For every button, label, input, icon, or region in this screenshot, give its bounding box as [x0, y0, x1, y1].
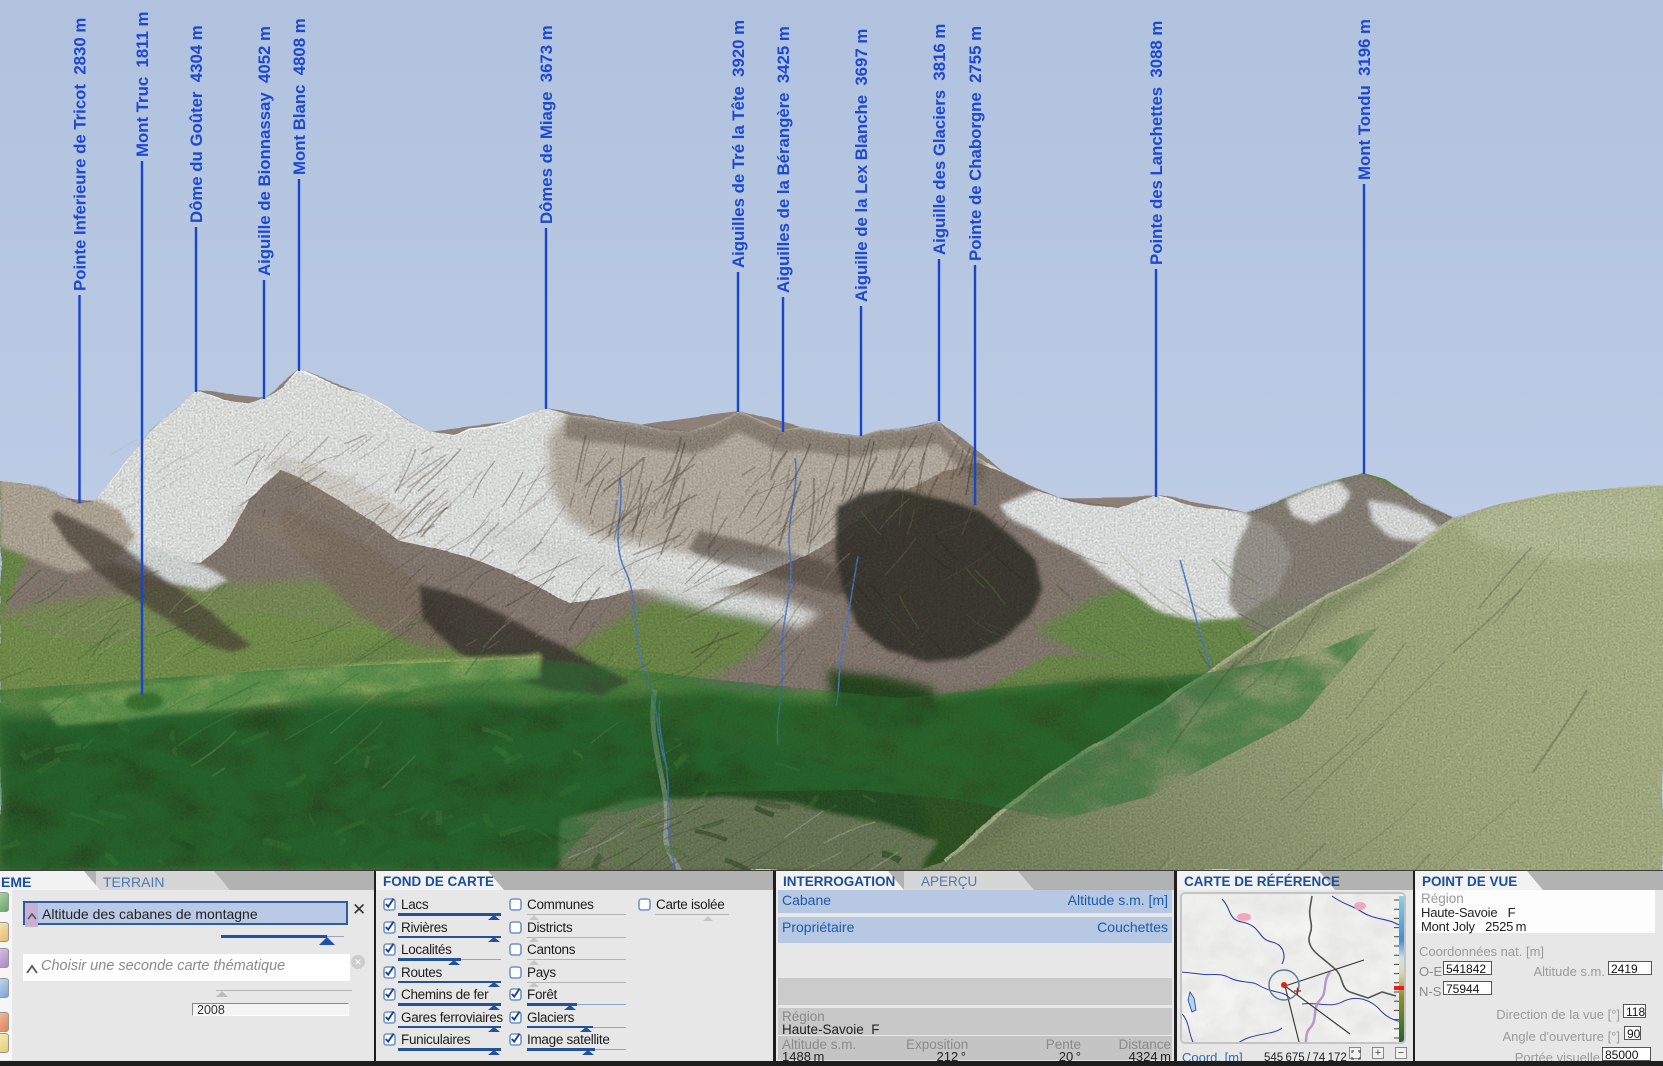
svg-text:Aiguilles de Tré la Tête 3920: Aiguilles de Tré la Tête 3920 m	[729, 20, 748, 268]
svg-text:Aiguilles de la Bérangère 342: Aiguilles de la Bérangère 3425 m	[774, 26, 793, 293]
svg-text:Aiguille des Glaciers 3816 m: Aiguille des Glaciers 3816 m	[930, 24, 949, 255]
svg-text:Pointe Inferieure de Tricot 2: Pointe Inferieure de Tricot 2830 m	[71, 18, 90, 291]
svg-text:Dôme du Goûter 4304 m: Dôme du Goûter 4304 m	[187, 25, 206, 223]
svg-text:Mont Blanc 4808 m: Mont Blanc 4808 m	[290, 18, 309, 175]
svg-text:Pointe de Chaborgne 2755 m: Pointe de Chaborgne 2755 m	[966, 26, 985, 261]
svg-text:Dômes de Miage 3673 m: Dômes de Miage 3673 m	[537, 25, 556, 224]
svg-text:Mont Tondu 3196 m: Mont Tondu 3196 m	[1355, 19, 1374, 180]
svg-text:Pointe des Lanchettes 3088 m: Pointe des Lanchettes 3088 m	[1147, 21, 1166, 265]
svg-text:Aiguille de la Lex Blanche 36: Aiguille de la Lex Blanche 3697 m	[852, 29, 871, 302]
svg-text:Mont Truc 1811 m: Mont Truc 1811 m	[133, 12, 152, 157]
svg-text:Aiguille de Bionnassay 4052 m: Aiguille de Bionnassay 4052 m	[255, 26, 274, 276]
